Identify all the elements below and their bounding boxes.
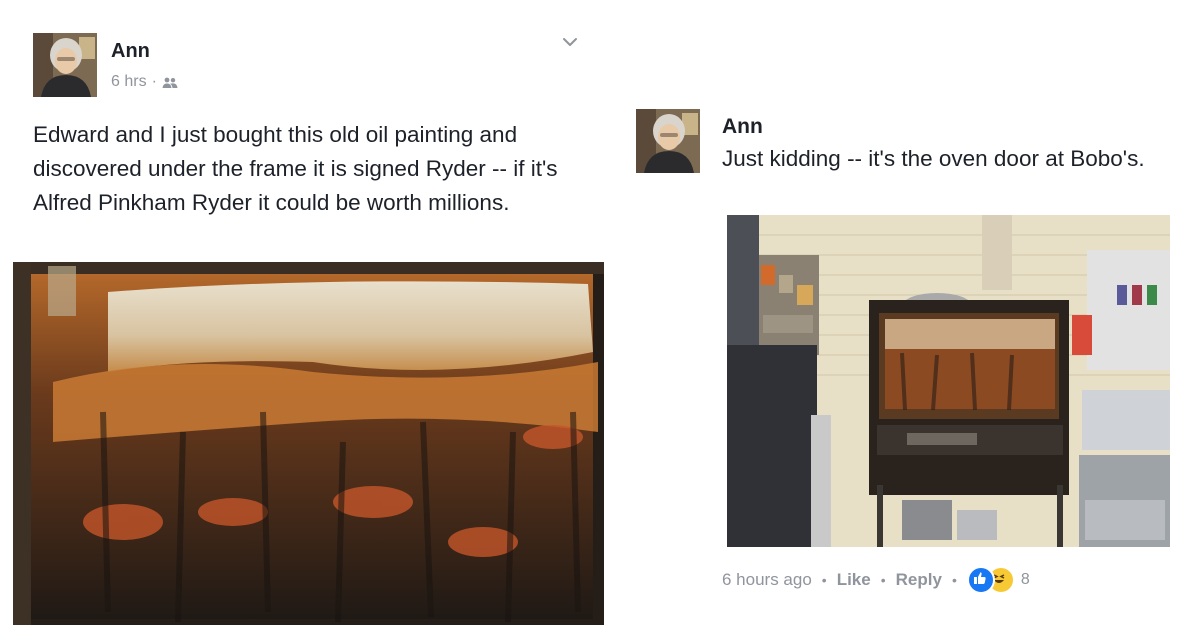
separator-dot: •: [880, 572, 886, 588]
reaction-count[interactable]: 8: [1021, 571, 1030, 589]
separator-dot: •: [951, 572, 957, 588]
comment-text: Just kidding -- it's the oven door at Bo…: [722, 146, 1145, 171]
post-photo[interactable]: [13, 262, 604, 625]
like-button[interactable]: Like: [837, 570, 871, 590]
like-icon: [966, 566, 995, 594]
post-timestamp[interactable]: 6 hrs: [111, 73, 147, 91]
chevron-down-icon[interactable]: [558, 30, 582, 54]
comment-timestamp[interactable]: 6 hours ago: [722, 570, 812, 590]
author-name[interactable]: Ann: [111, 40, 150, 63]
post-meta: 6 hrs ·: [111, 73, 178, 91]
comment-photo[interactable]: [727, 215, 1170, 547]
reactions-summary[interactable]: [966, 566, 1015, 594]
comment-author-avatar[interactable]: [636, 109, 700, 173]
post-text: Edward and I just bought this old oil pa…: [33, 122, 558, 215]
friends-icon[interactable]: [162, 76, 178, 88]
comment-actions-bar: 6 hours ago • Like • Reply • 8: [722, 566, 1030, 594]
meta-separator: ·: [151, 73, 157, 90]
post-card: Ann 6 hrs · Edward and I just bought thi…: [0, 0, 615, 634]
separator-dot: •: [821, 572, 827, 588]
reply-button[interactable]: Reply: [896, 570, 942, 590]
author-avatar[interactable]: [33, 33, 97, 97]
comment-author-name[interactable]: Ann: [722, 115, 763, 139]
